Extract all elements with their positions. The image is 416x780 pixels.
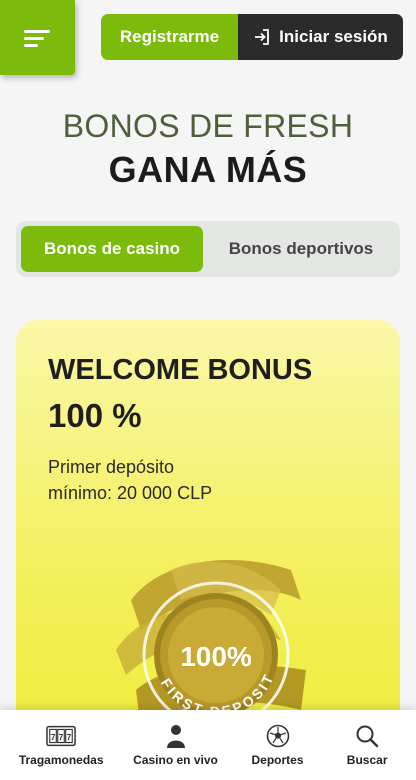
tab-casino-bonuses[interactable]: Bonos de casino [21, 226, 203, 272]
register-button[interactable]: Registrarme [101, 14, 238, 60]
tab-sports-bonuses[interactable]: Bonos deportivos [207, 226, 395, 272]
bonus-desc-line2: mínimo: 20 000 CLP [48, 483, 213, 503]
nav-search[interactable]: Buscar [337, 723, 397, 767]
svg-text:7: 7 [51, 732, 56, 742]
welcome-bonus-card[interactable]: WELCOME BONUS 100 % Primer depósito míni… [16, 320, 400, 740]
nav-live-casino[interactable]: Casino en vivo [133, 723, 218, 767]
bonus-value: 100 % [48, 397, 142, 434]
bonus-desc-line1: Primer depósito [48, 457, 175, 477]
nav-search-label: Buscar [346, 753, 388, 767]
nav-slots-label: Tragamonedas [18, 753, 104, 767]
bottom-navigation: 7 7 7 Tragamonedas Casino en vivo Deport… [0, 710, 416, 780]
nav-live-casino-label: Casino en vivo [133, 753, 218, 767]
search-icon [356, 725, 379, 748]
auth-buttons: Registrarme Iniciar sesión [101, 14, 403, 60]
login-label: Iniciar sesión [279, 27, 388, 46]
svg-text:7: 7 [59, 732, 64, 742]
svg-text:7: 7 [67, 732, 72, 742]
bonus-description: Primer depósito mínimo: 20 000 CLP [48, 454, 308, 506]
login-arrow-icon [255, 29, 270, 45]
slot-machine-icon: 7 7 7 [46, 725, 76, 747]
nav-sports[interactable]: Deportes [248, 723, 308, 767]
page-title: GANA MÁS [108, 149, 308, 190]
soccer-ball-icon [266, 724, 289, 748]
login-button[interactable]: Iniciar sesión [238, 14, 403, 60]
bonus-tabs: Bonos de casino Bonos deportivos [16, 221, 400, 277]
nav-slots[interactable]: 7 7 7 Tragamonedas [19, 723, 104, 767]
menu-button[interactable] [0, 0, 75, 75]
dealer-icon [166, 725, 185, 748]
nav-sports-label: Deportes [251, 753, 304, 767]
badge-percent: 100% [180, 641, 252, 672]
bonus-title: WELCOME BONUS [48, 354, 313, 386]
page-subtitle: BONOS DE FRESH [62, 108, 354, 144]
hamburger-icon [23, 29, 50, 47]
